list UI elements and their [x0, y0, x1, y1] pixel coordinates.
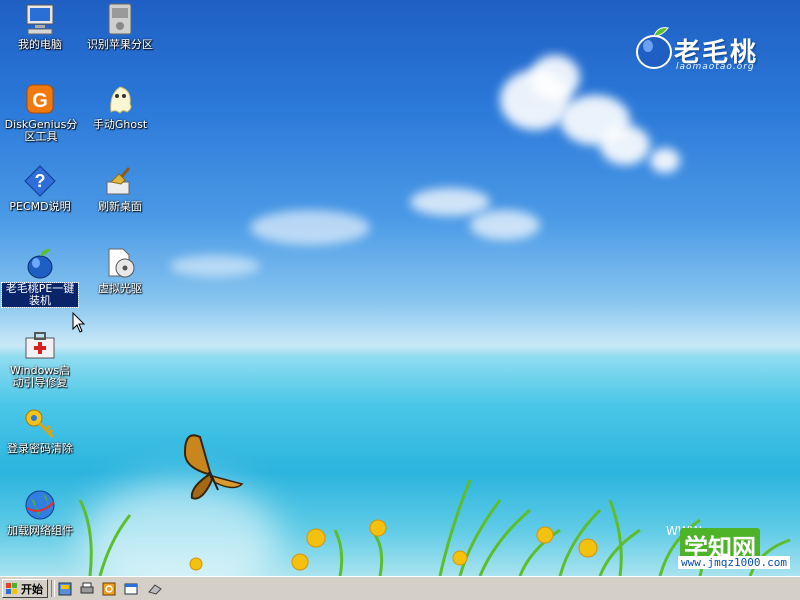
desktop-icon-mac-partition[interactable]: 识别苹果分区	[81, 2, 159, 51]
desktop-icon-label: 手动Ghost	[92, 118, 148, 131]
ghost-icon	[110, 86, 132, 114]
desktop-icon-label: PECMD说明	[9, 200, 71, 213]
taskbar: 开始	[0, 576, 800, 600]
desktop-icon-password-clear[interactable]: 登录密码清除	[1, 406, 79, 455]
peach-icon	[27, 248, 53, 279]
laomaotao-logo: 老毛桃 laomaotao.org	[630, 18, 780, 78]
quick-launch-printer-icon[interactable]	[78, 580, 96, 598]
desktop-icon-load-network[interactable]: 加载网络组件	[1, 488, 79, 537]
desktop-icon-label: 刷新桌面	[98, 200, 142, 213]
cloud	[650, 148, 680, 173]
disk-drive-icon	[108, 3, 132, 35]
quick-launch-search-icon[interactable]	[100, 580, 118, 598]
desktop-background[interactable]: 老毛桃 laomaotao.org 我的电脑 G DiskGenius分区工具 …	[0, 0, 800, 576]
desktop-icon-label: 登录密码清除	[7, 442, 73, 455]
site-watermark: WWW 学知网 www.jmqz1000.com	[666, 524, 800, 576]
desktop-icon-label: 虚拟光驱	[98, 282, 142, 295]
desktop-icon-windows-boot-repair[interactable]: Windows启动引导修复	[1, 328, 79, 389]
cloud	[470, 210, 540, 240]
quick-launch-window-icon[interactable]	[122, 580, 140, 598]
desktop-icon-my-computer[interactable]: 我的电脑	[1, 2, 79, 51]
cloud	[530, 55, 580, 100]
window-icon	[124, 583, 138, 595]
virtual-drive-icon	[108, 248, 135, 278]
cloud	[600, 125, 650, 165]
desktop-icon-virtual-drive[interactable]: 虚拟光驱	[81, 246, 159, 295]
cloud	[250, 210, 370, 245]
help-icon: ?	[24, 165, 56, 197]
desktop-icon-one-click-install[interactable]: 老毛桃PE一键装机	[1, 246, 79, 308]
key-icon	[25, 409, 55, 439]
quick-launch-eraser-icon[interactable]	[146, 580, 164, 598]
logo-url-text: laomaotao.org	[676, 62, 755, 72]
desktop-icon-label: 老毛桃PE一键装机	[1, 282, 79, 308]
desktop-icon-label: 我的电脑	[18, 38, 62, 51]
desktop-icon-pecmd-help[interactable]: ? PECMD说明	[1, 164, 79, 213]
quick-launch-app-icon[interactable]	[56, 580, 74, 598]
printer-icon	[80, 582, 94, 594]
cloud	[410, 188, 490, 216]
start-button-label: 开始	[21, 582, 43, 596]
app-icon	[58, 582, 72, 596]
eraser-icon	[148, 584, 162, 595]
butterfly-decoration	[183, 434, 244, 500]
watermark-url: www.jmqz1000.com	[678, 556, 790, 569]
desktop-icon-refresh-desktop[interactable]: 刷新桌面	[81, 164, 159, 213]
broom-icon	[106, 167, 131, 195]
desktop-icon-label: Windows启动引导修复	[9, 364, 71, 389]
peach-logo-icon	[636, 27, 672, 69]
windows-logo-icon	[6, 582, 17, 594]
start-button[interactable]: 开始	[2, 579, 48, 598]
svg-text:?: ?	[35, 171, 46, 191]
desktop-icon-diskgenius[interactable]: G DiskGenius分区工具	[1, 82, 79, 143]
search-icon	[102, 582, 116, 596]
desktop-icon-manual-ghost[interactable]: 手动Ghost	[81, 82, 159, 131]
mouse-cursor-icon	[72, 312, 86, 333]
desktop-icon-label: 加载网络组件	[7, 524, 73, 537]
network-globe-icon	[25, 490, 55, 520]
cloud	[170, 255, 260, 277]
diskgenius-icon: G	[26, 84, 54, 114]
computer-icon	[26, 4, 54, 35]
repair-kit-icon	[25, 332, 55, 359]
svg-text:G: G	[32, 90, 48, 112]
desktop-icon-label: DiskGenius分区工具	[4, 118, 78, 143]
taskbar-separator	[51, 580, 55, 597]
desktop-icon-label: 识别苹果分区	[87, 38, 153, 51]
